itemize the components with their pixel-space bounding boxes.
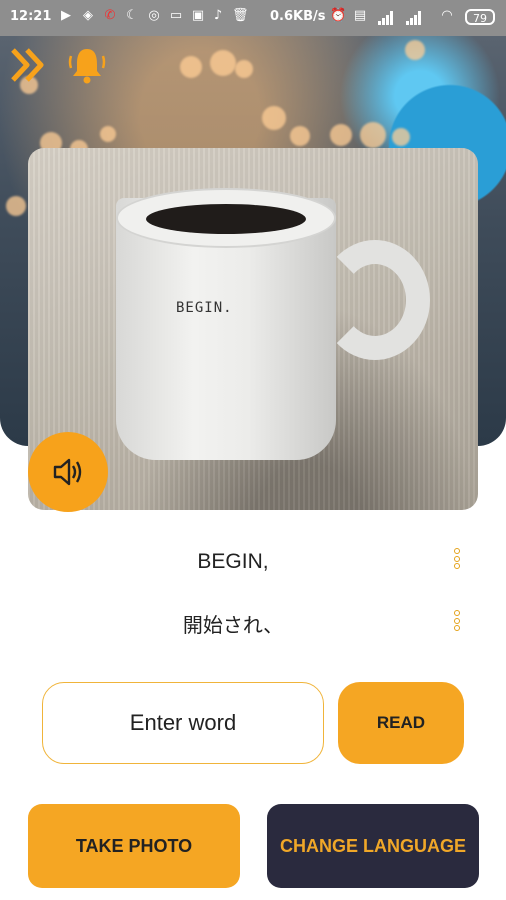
read-button[interactable]: READ bbox=[338, 682, 464, 764]
play-store-icon: ▶ bbox=[61, 8, 71, 23]
speaker-icon bbox=[53, 458, 82, 486]
mug-text: BEGIN. bbox=[176, 300, 233, 316]
status-bar: 12:21 ▶ ◈ ✆ ☾ ◎ ▭ ▣ ♪ 🗑 0.6KB/s ⏰ ▤ ◠ 79 bbox=[0, 0, 506, 36]
message-icon: ▭ bbox=[169, 8, 183, 23]
translated-text-menu-icon[interactable] bbox=[452, 610, 462, 638]
word-input[interactable] bbox=[42, 682, 324, 764]
app-icon: ◈ bbox=[83, 8, 93, 23]
mug-coffee bbox=[146, 204, 306, 234]
nfc-icon: ▤ bbox=[353, 8, 367, 23]
recognized-text: BEGIN, bbox=[197, 550, 269, 573]
signal-2-icon bbox=[406, 11, 424, 25]
alarm-icon: ⏰ bbox=[330, 8, 347, 23]
change-language-button[interactable]: CHANGE LANGUAGE bbox=[267, 804, 479, 888]
missed-call-icon: ✆ bbox=[104, 8, 116, 23]
network-speed: 0.6KB/s bbox=[270, 9, 326, 24]
night-mode-icon: ☾ bbox=[126, 8, 138, 23]
translated-text: 開始され、 bbox=[182, 613, 284, 637]
tiktok-icon: ♪ bbox=[213, 8, 223, 23]
recognized-text-menu-icon[interactable] bbox=[452, 548, 462, 576]
chat-icon: ◎ bbox=[148, 8, 160, 23]
double-chevron-right-icon[interactable] bbox=[8, 44, 50, 86]
status-time: 12:21 bbox=[10, 9, 52, 24]
trash-icon: 🗑 bbox=[232, 8, 249, 23]
bell-icon[interactable] bbox=[66, 44, 108, 86]
speaker-button[interactable] bbox=[28, 432, 108, 512]
wifi-icon: ◠ bbox=[441, 8, 453, 23]
gallery-icon: ▣ bbox=[191, 8, 205, 23]
battery-icon: 79 bbox=[465, 9, 495, 25]
take-photo-button[interactable]: TAKE PHOTO bbox=[28, 804, 240, 888]
mug-handle bbox=[320, 240, 430, 360]
signal-icon bbox=[378, 11, 396, 25]
